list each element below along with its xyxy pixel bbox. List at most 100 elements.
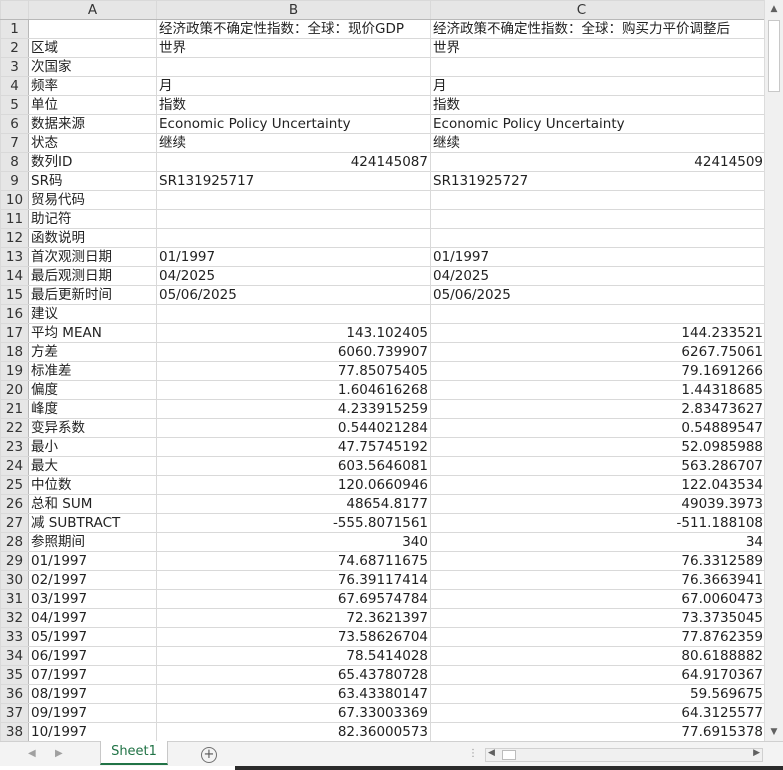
cell-a[interactable]: 10/1997 bbox=[28, 722, 157, 741]
cell-a[interactable]: 参照期间 bbox=[28, 532, 157, 552]
row-header[interactable]: 38 bbox=[0, 722, 29, 741]
cell-c[interactable]: 6267.75061 bbox=[430, 342, 764, 362]
cell-b[interactable]: 76.39117414 bbox=[156, 570, 431, 590]
row-header[interactable]: 20 bbox=[0, 380, 29, 400]
cell-a[interactable]: 07/1997 bbox=[28, 665, 157, 685]
cell-a[interactable]: 建议 bbox=[28, 304, 157, 324]
cell-c[interactable]: 563.286707 bbox=[430, 456, 764, 476]
cell-a[interactable]: 05/1997 bbox=[28, 627, 157, 647]
cell-a[interactable]: 区域 bbox=[28, 38, 157, 58]
cell-c[interactable] bbox=[430, 228, 764, 248]
cell-c[interactable] bbox=[430, 304, 764, 324]
add-sheet-icon[interactable]: + bbox=[201, 747, 217, 763]
row-header[interactable]: 15 bbox=[0, 285, 29, 305]
cell-b[interactable]: 05/06/2025 bbox=[156, 285, 431, 305]
cell-b[interactable] bbox=[156, 190, 431, 210]
row-header[interactable]: 9 bbox=[0, 171, 29, 191]
cell-c[interactable]: 42414509 bbox=[430, 152, 764, 172]
row-header[interactable]: 22 bbox=[0, 418, 29, 438]
cell-b[interactable]: 82.36000573 bbox=[156, 722, 431, 741]
cell-c[interactable]: SR131925727 bbox=[430, 171, 764, 191]
row-header[interactable]: 14 bbox=[0, 266, 29, 286]
spreadsheet-grid[interactable]: A B C 1 经济政策不确定性指数：全球：现价GDP 经济政策不确定性指数：全球：… bbox=[0, 0, 764, 741]
cell-b[interactable]: SR131925717 bbox=[156, 171, 431, 191]
row-header[interactable]: 17 bbox=[0, 323, 29, 343]
scroll-right-icon[interactable]: ▶ bbox=[753, 748, 760, 758]
row-header[interactable]: 35 bbox=[0, 665, 29, 685]
cell-b[interactable]: -555.8071561 bbox=[156, 513, 431, 533]
vertical-scroll-thumb[interactable] bbox=[768, 20, 780, 92]
cell-b[interactable]: 67.33003369 bbox=[156, 703, 431, 723]
cell-a[interactable]: 03/1997 bbox=[28, 589, 157, 609]
cell-c[interactable]: 月 bbox=[430, 76, 764, 96]
cell-b[interactable]: 世界 bbox=[156, 38, 431, 58]
cell-b[interactable]: 6060.739907 bbox=[156, 342, 431, 362]
cell-b[interactable] bbox=[156, 304, 431, 324]
cell-c[interactable]: 继续 bbox=[430, 133, 764, 153]
cell-b[interactable]: 4.233915259 bbox=[156, 399, 431, 419]
column-header-b[interactable]: B bbox=[156, 0, 431, 20]
cell-a[interactable]: 状态 bbox=[28, 133, 157, 153]
cell-b[interactable]: 63.43380147 bbox=[156, 684, 431, 704]
cell-b[interactable]: 48654.8177 bbox=[156, 494, 431, 514]
horizontal-scrollbar[interactable]: ◀ ▶ bbox=[485, 748, 763, 762]
row-header[interactable]: 23 bbox=[0, 437, 29, 457]
cell-a[interactable]: 总和 SUM bbox=[28, 494, 157, 514]
vertical-scrollbar[interactable]: ▲ ▼ bbox=[764, 0, 783, 741]
cell-c[interactable]: 122.043534 bbox=[430, 475, 764, 495]
cell-a[interactable]: 最后更新时间 bbox=[28, 285, 157, 305]
cell-a[interactable]: 08/1997 bbox=[28, 684, 157, 704]
row-header[interactable]: 29 bbox=[0, 551, 29, 571]
cell-b[interactable] bbox=[156, 228, 431, 248]
cell-a[interactable]: 04/1997 bbox=[28, 608, 157, 628]
horizontal-scroll-thumb[interactable] bbox=[502, 750, 516, 760]
row-header[interactable]: 2 bbox=[0, 38, 29, 58]
row-header[interactable]: 4 bbox=[0, 76, 29, 96]
cell-a[interactable]: 单位 bbox=[28, 95, 157, 115]
cell-c[interactable]: 144.233521 bbox=[430, 323, 764, 343]
cell-c[interactable]: 67.0060473 bbox=[430, 589, 764, 609]
cell-b[interactable]: 77.85075405 bbox=[156, 361, 431, 381]
cell-b[interactable]: 72.3621397 bbox=[156, 608, 431, 628]
row-header[interactable]: 13 bbox=[0, 247, 29, 267]
cell-b[interactable]: 04/2025 bbox=[156, 266, 431, 286]
cell-b[interactable]: 47.75745192 bbox=[156, 437, 431, 457]
cell-b[interactable]: Economic Policy Uncertainty bbox=[156, 114, 431, 134]
row-header[interactable]: 36 bbox=[0, 684, 29, 704]
cell-b[interactable]: 603.5646081 bbox=[156, 456, 431, 476]
cell-b[interactable]: 指数 bbox=[156, 95, 431, 115]
cell-c[interactable]: 01/1997 bbox=[430, 247, 764, 267]
cell-a[interactable]: 最小 bbox=[28, 437, 157, 457]
cell-a[interactable]: 偏度 bbox=[28, 380, 157, 400]
row-header[interactable]: 8 bbox=[0, 152, 29, 172]
cell-b[interactable]: 经济政策不确定性指数：全球：现价GDP bbox=[156, 19, 431, 39]
select-all-corner[interactable] bbox=[0, 0, 29, 20]
cell-a[interactable]: 方差 bbox=[28, 342, 157, 362]
cell-b[interactable]: 424145087 bbox=[156, 152, 431, 172]
cell-a[interactable]: 助记符 bbox=[28, 209, 157, 229]
column-header-c[interactable]: C bbox=[430, 0, 764, 20]
row-header[interactable]: 24 bbox=[0, 456, 29, 476]
cell-a[interactable]: 01/1997 bbox=[28, 551, 157, 571]
cell-b[interactable] bbox=[156, 57, 431, 77]
row-header[interactable]: 10 bbox=[0, 190, 29, 210]
cell-b[interactable]: 73.58626704 bbox=[156, 627, 431, 647]
cell-a[interactable] bbox=[28, 19, 157, 39]
cell-b[interactable]: 120.0660946 bbox=[156, 475, 431, 495]
cell-b[interactable]: 78.5414028 bbox=[156, 646, 431, 666]
cell-c[interactable]: 80.6188882 bbox=[430, 646, 764, 666]
cell-a[interactable]: 09/1997 bbox=[28, 703, 157, 723]
cell-c[interactable]: 73.3735045 bbox=[430, 608, 764, 628]
cell-c[interactable]: -511.188108 bbox=[430, 513, 764, 533]
row-header[interactable]: 1 bbox=[0, 19, 29, 39]
row-header[interactable]: 32 bbox=[0, 608, 29, 628]
row-header[interactable]: 6 bbox=[0, 114, 29, 134]
cell-c[interactable]: 0.54889547 bbox=[430, 418, 764, 438]
row-header[interactable]: 18 bbox=[0, 342, 29, 362]
cell-a[interactable]: 06/1997 bbox=[28, 646, 157, 666]
cell-c[interactable] bbox=[430, 209, 764, 229]
cell-c[interactable]: 05/06/2025 bbox=[430, 285, 764, 305]
sheet-table[interactable]: A B C 1 经济政策不确定性指数：全球：现价GDP 经济政策不确定性指数：全球：… bbox=[0, 0, 764, 741]
cell-a[interactable]: 数列ID bbox=[28, 152, 157, 172]
row-header[interactable]: 19 bbox=[0, 361, 29, 381]
